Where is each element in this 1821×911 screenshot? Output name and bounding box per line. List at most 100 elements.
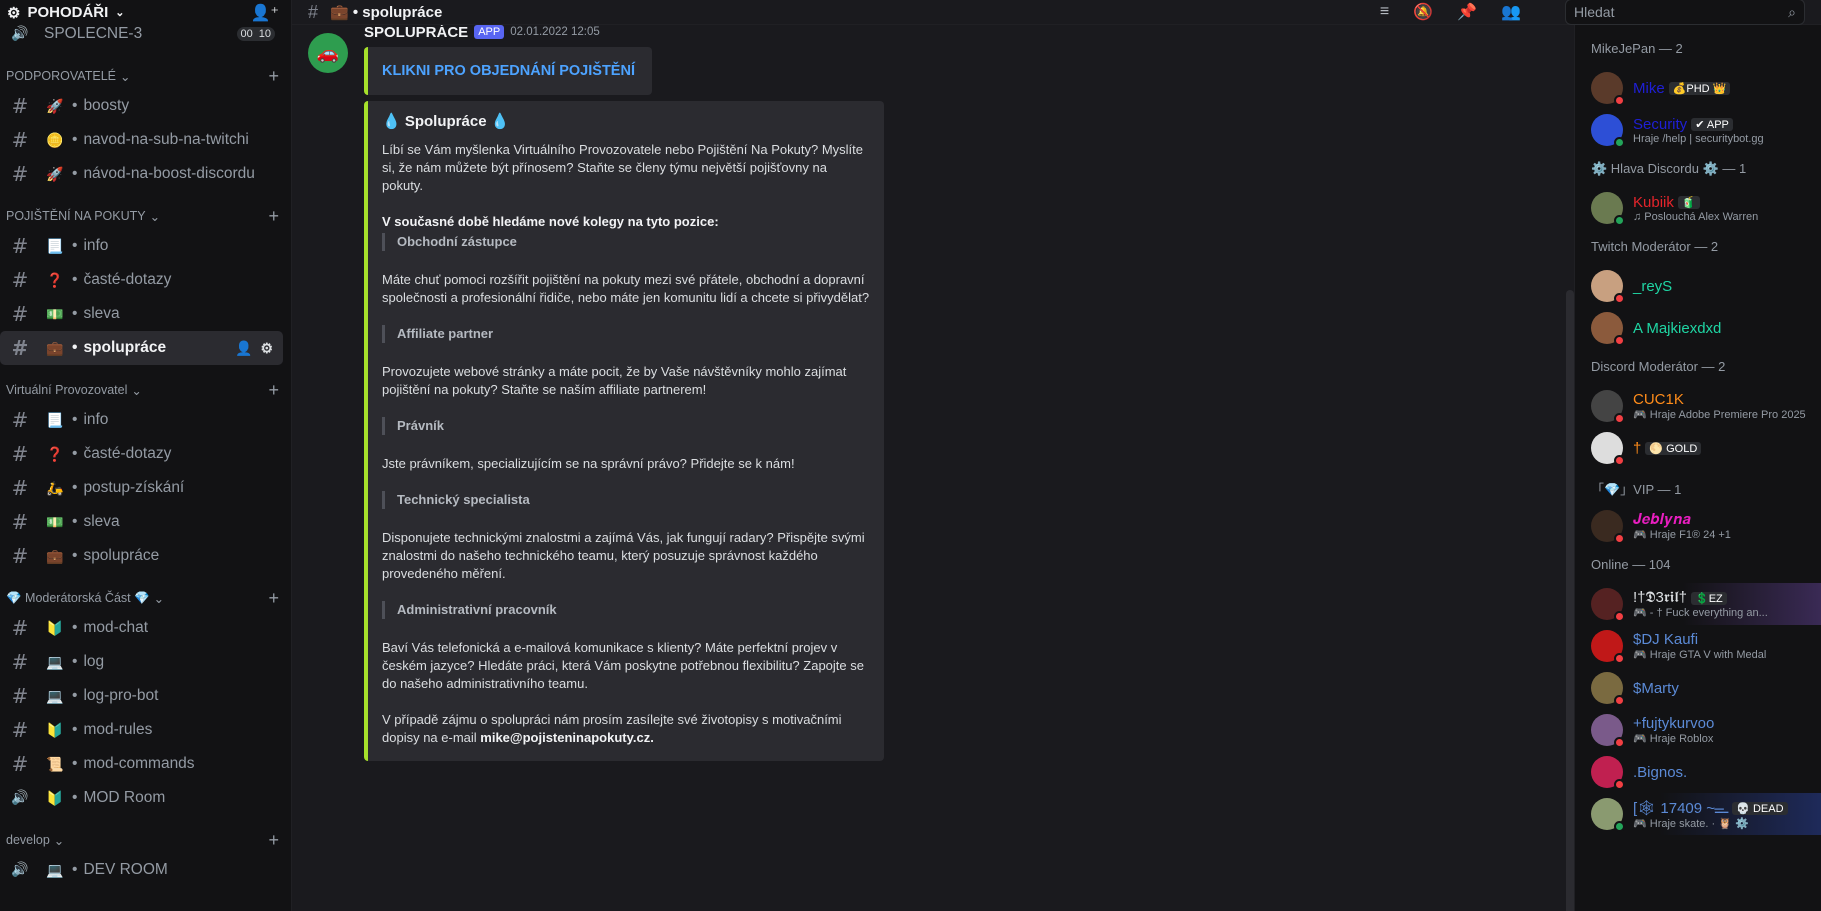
member-group-label: Twitch Moderátor — 2 <box>1591 239 1719 254</box>
member-item[interactable]: Kubiik 🧃 ♫ Poslouchá Alex Warren <box>1591 187 1821 229</box>
member-activity: 🎮 Hraje GTA V with Medal <box>1633 649 1767 661</box>
member-list: MikeJePan — 2 Mike 💰PHD 👑 Security ✔ APP Hraj… <box>1574 25 1821 911</box>
channel-item[interactable]: # 🔰 • mod-rules <box>0 713 283 747</box>
create-channel-icon[interactable]: + <box>268 588 279 609</box>
member-name: +fujtykurvoo <box>1633 715 1715 732</box>
create-channel-icon[interactable]: + <box>268 830 279 851</box>
avatar <box>1591 312 1625 346</box>
channel-item[interactable]: # 🛵 • postup-získání <box>0 471 283 505</box>
channel-tools: 👤 ⚙ <box>235 340 273 357</box>
member-name: Security <box>1633 115 1688 133</box>
invite-icon[interactable]: 👤 <box>235 340 252 357</box>
status-indicator <box>1614 95 1625 106</box>
message-author[interactable]: SPOLUPRÁCE <box>364 25 468 41</box>
hash-icon: # <box>11 234 29 258</box>
hash-icon: # <box>11 162 29 186</box>
channel-item[interactable]: # 💼 • spolupráce 👤 ⚙ <box>0 331 283 365</box>
bot-avatar[interactable]: 🚗 <box>308 33 348 73</box>
channel-title: 💼 • spolupráce <box>330 4 443 21</box>
member-group-label: 「💎」VIP — 1 <box>1591 482 1682 497</box>
separator-dot: • <box>72 305 78 322</box>
channel-item[interactable]: # 💵 • sleva <box>0 297 283 331</box>
separator-dot: • <box>72 755 78 772</box>
category-label-wrap: POJIŠTĚNÍ NA POKUTY ⌄ <box>6 209 160 224</box>
member-info: Security ✔ APP Hraje /help | securitybot.g… <box>1633 116 1764 145</box>
category-label-wrap: Virtuální Provozovatel ⌄ <box>6 383 142 398</box>
member-item[interactable]: _reyS <box>1591 265 1821 307</box>
channel-list: 🔊 SPOLECNE-3 00 10 PODPOROVATELÉ ⌄ + # 🚀 • boosty #… <box>0 25 291 911</box>
channel-item[interactable]: # ❓ • časté-dotazy <box>0 263 283 297</box>
message-list: 🚗 SPOLUPRÁCE APP 02.01.2022 12:05 KLIKNI… <box>292 25 1574 911</box>
category-header[interactable]: 💎 Moderátorská Část 💎 ⌄ + <box>0 585 291 611</box>
channel-item[interactable]: # 🚀 • boosty <box>0 89 283 123</box>
separator-dot: • <box>72 411 78 428</box>
category-header[interactable]: POJIŠTĚNÍ NA POKUTY ⌄ + <box>0 203 291 229</box>
channel-item[interactable]: # 🔰 • mod-chat <box>0 611 283 645</box>
channel-name: postup-získání <box>83 479 185 496</box>
channel-item[interactable]: 🔊 🔰 • MOD Room <box>0 781 283 815</box>
server-header[interactable]: ⚙ POHODÁŘI ⌄ 👤⁺ <box>0 0 291 25</box>
separator-dot: • <box>72 97 78 114</box>
channel-item[interactable]: # 📜 • mod-commands <box>0 747 283 781</box>
category-header[interactable]: develop ⌄ + <box>0 827 291 853</box>
member-info: † 🌕 GOLD <box>1633 440 1702 457</box>
channel-item[interactable]: # 🚀 • návod-na-boost-discordu <box>0 157 283 191</box>
member-item[interactable]: [🕸 17409 ~ـ̶ــ 💀 DEAD 🎮 Hraje skate. · 🦉 ⚙… <box>1591 793 1821 835</box>
member-item[interactable]: +fujtykurvoo 🎮 Hraje Roblox <box>1591 709 1821 751</box>
notification-bell-icon[interactable]: 🔕 <box>1413 2 1433 22</box>
member-item[interactable]: 𝑱𝒆𝒃𝒍𝒚𝒏𝒂 🎮 Hraje F1® 24 +1 <box>1591 505 1821 547</box>
member-item[interactable]: CUC1K 🎮 Hraje Adobe Premiere Pro 2025 <box>1591 385 1821 427</box>
channel-name: MOD Room <box>83 789 166 806</box>
member-item[interactable]: !†𝕯3𝖗𝖎𝖑† 💲EZ 🎮 - † Fuck everything an... <box>1591 583 1821 625</box>
position-text: Jste právníkem, specializujícím se na sp… <box>382 456 795 471</box>
separator-dot: • <box>72 861 78 878</box>
member-item[interactable]: .Bignos. <box>1591 751 1821 793</box>
member-item[interactable]: A Majkiexdxd <box>1591 307 1821 349</box>
threads-icon[interactable]: ≡ <box>1380 3 1389 21</box>
channel-item[interactable]: # 🪙 • navod-na-sub-na-twitchi <box>0 123 283 157</box>
pin-icon[interactable]: 📌 <box>1457 2 1477 22</box>
member-item[interactable]: $DJ Kaufi 🎮 Hraje GTA V with Medal <box>1591 625 1821 667</box>
channel-item[interactable]: # 💻 • log-pro-bot <box>0 679 283 713</box>
member-item[interactable]: Security ✔ APP Hraje /help | securitybot.g… <box>1591 109 1821 151</box>
gear-icon[interactable]: ⚙ <box>260 340 273 357</box>
category-header[interactable]: Virtuální Provozovatel ⌄ + <box>0 377 291 403</box>
scrollbar[interactable] <box>1566 290 1574 911</box>
member-item[interactable]: $Marty <box>1591 667 1821 709</box>
category-header[interactable]: PODPOROVATELÉ ⌄ + <box>0 63 291 89</box>
channel-item[interactable]: # 📃 • info <box>0 403 283 437</box>
create-channel-icon[interactable]: + <box>268 380 279 401</box>
channel-item[interactable]: # ❓ • časté-dotazy <box>0 437 283 471</box>
member-info: 𝑱𝒆𝒃𝒍𝒚𝒏𝒂 🎮 Hraje F1® 24 +1 <box>1633 511 1731 541</box>
member-info: Mike 💰PHD 👑 <box>1633 80 1731 97</box>
create-channel-icon[interactable]: + <box>268 206 279 227</box>
member-list-icon[interactable]: 👥 <box>1501 2 1521 22</box>
channel-item[interactable]: 🔊 💻 • DEV ROOM <box>0 853 283 887</box>
channel-topbar: # 💼 • spolupráce ≡ 🔕 📌 👥 Hledat ⌕ <box>292 0 1821 25</box>
member-activity: ♫ Poslouchá Alex Warren <box>1633 210 1759 223</box>
separator-dot: • <box>72 131 78 148</box>
member-item[interactable]: Mike 💰PHD 👑 <box>1591 67 1821 109</box>
channel-emoji: 🔰 <box>46 789 64 806</box>
channel-emoji: 💻 <box>46 861 64 878</box>
channel-item[interactable]: # 💼 • spolupráce <box>0 539 283 573</box>
channel-name: sleva <box>83 513 120 530</box>
member-info: [🕸 17409 ~ـ̶ــ 💀 DEAD 🎮 Hraje skate. · 🦉 ⚙… <box>1633 799 1788 830</box>
hash-icon: # <box>308 1 319 22</box>
channel-item[interactable]: # 💻 • log <box>0 645 283 679</box>
invite-people-icon[interactable]: 👤⁺ <box>251 3 279 23</box>
status-indicator <box>1614 137 1625 148</box>
search-input[interactable]: Hledat ⌕ <box>1565 0 1805 25</box>
hash-icon: # <box>11 718 29 742</box>
voice-channel-top[interactable]: 🔊 SPOLECNE-3 00 10 <box>0 25 283 51</box>
member-item[interactable]: † 🌕 GOLD <box>1591 427 1821 469</box>
create-channel-icon[interactable]: + <box>268 66 279 87</box>
avatar <box>1591 114 1625 148</box>
hash-icon: # <box>11 510 29 534</box>
chevron-down-icon: ⌄ <box>153 591 165 606</box>
channel-item[interactable]: # 💵 • sleva <box>0 505 283 539</box>
hash-icon: # <box>11 268 29 292</box>
channel-item[interactable]: # 📃 • info <box>0 229 283 263</box>
avatar <box>1591 672 1625 706</box>
order-insurance-link[interactable]: KLIKNI PRO OBJEDNÁNÍ POJIŠTĚNÍ <box>364 47 652 95</box>
